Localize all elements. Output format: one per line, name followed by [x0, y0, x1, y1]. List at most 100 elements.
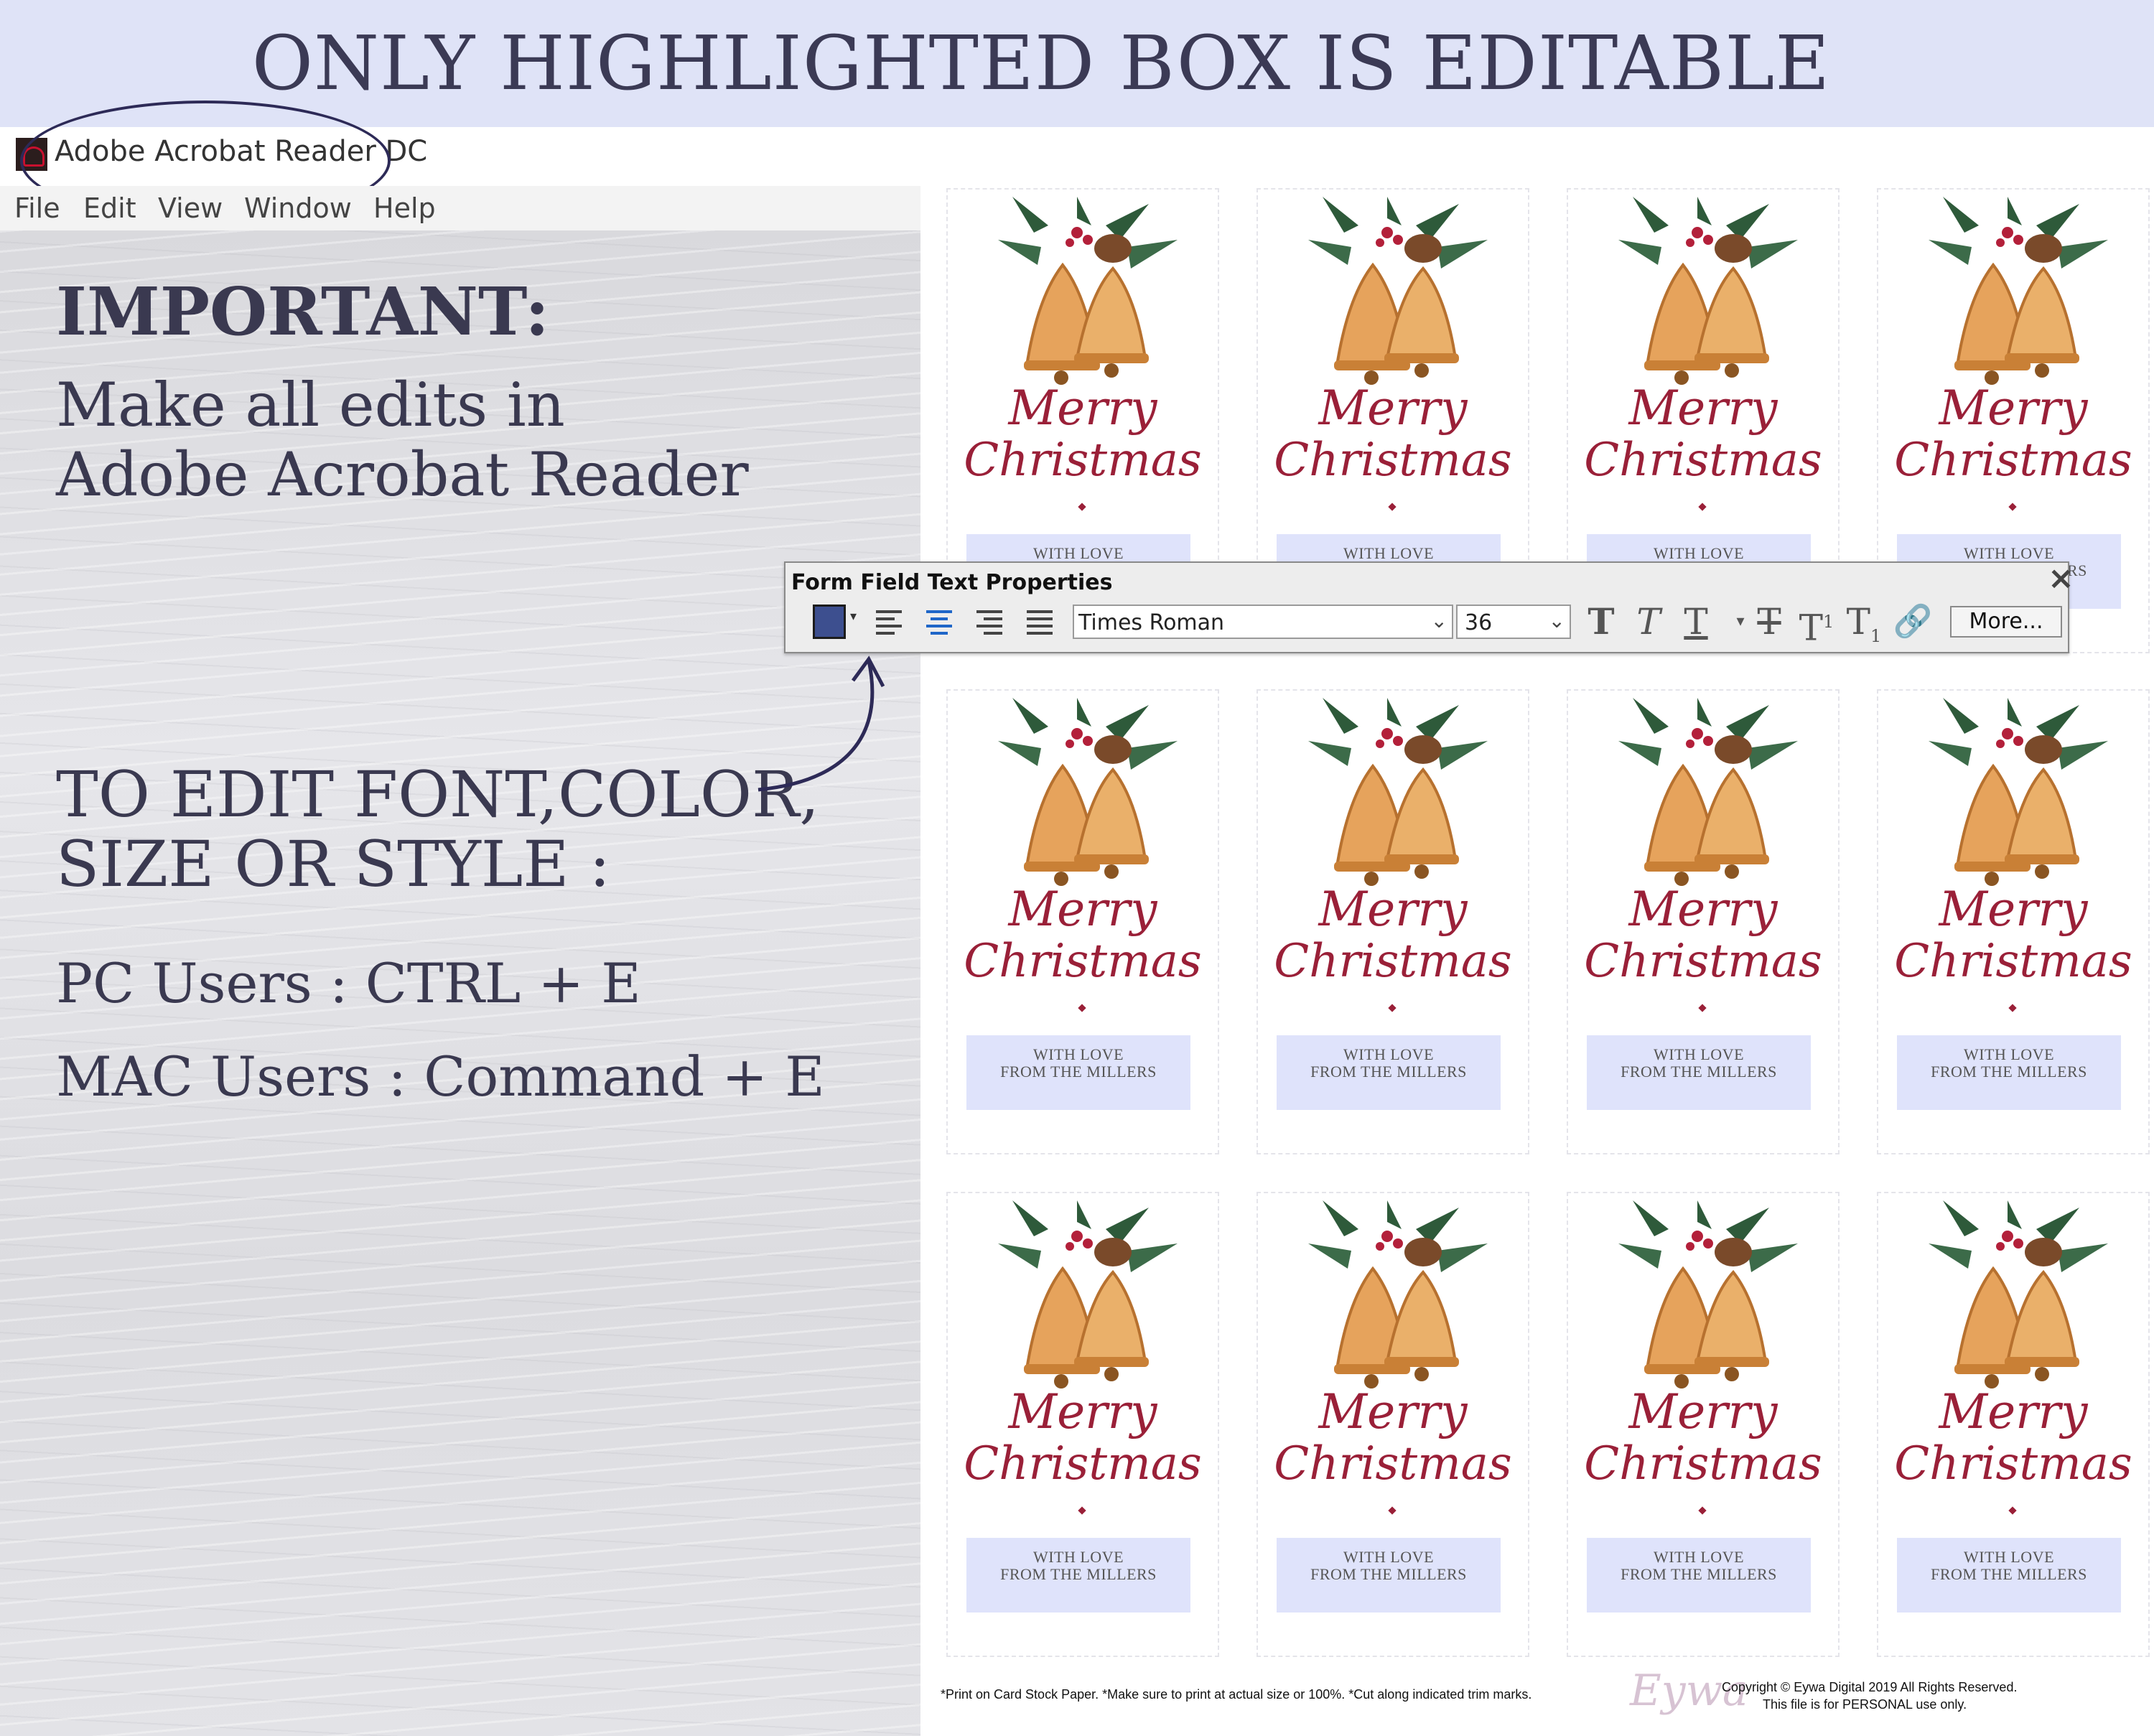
- christmas-text: Christmas: [1584, 434, 1822, 487]
- pointer-arrow-icon: [757, 655, 885, 792]
- editable-text-field[interactable]: WITH LOVEFROM THE MILLERS: [966, 1035, 1190, 1110]
- underline-icon[interactable]: T: [1674, 603, 1717, 640]
- align-center-button[interactable]: [920, 605, 958, 639]
- bells-illustration-icon: [1618, 1200, 1798, 1389]
- christmas-text: Christmas: [964, 1437, 1202, 1490]
- chevron-down-icon[interactable]: ▾: [850, 609, 864, 630]
- merry-text: Merry: [1008, 1384, 1157, 1439]
- subscript-icon[interactable]: T1: [1842, 603, 1885, 646]
- gift-tag: MerryChristmas WITH LOVEFROM THE MILLERS: [1877, 1192, 2150, 1657]
- tag-line-2: FROM THE MILLERS: [1310, 1565, 1467, 1583]
- banner-title: ONLY HIGHLIGHTED BOX IS EDITABLE: [251, 19, 1831, 107]
- font-size-value: 36: [1465, 610, 1493, 635]
- font-size-select[interactable]: 36 ⌄: [1456, 605, 1571, 639]
- star-icon: [2008, 1004, 2017, 1012]
- editable-text-field[interactable]: WITH LOVEFROM THE MILLERS: [1897, 1035, 2121, 1110]
- merry-text: Merry: [1628, 882, 1778, 937]
- tag-line-1: WITH LOVE: [1032, 1045, 1124, 1063]
- tag-line-1: WITH LOVE: [1032, 544, 1124, 562]
- tag-line-2: FROM THE MILLERS: [1000, 1063, 1157, 1081]
- font-family-select[interactable]: Times Roman ⌄: [1073, 605, 1453, 639]
- tag-line-2: FROM THE MILLERS: [1621, 1565, 1777, 1583]
- tag-line-1: WITH LOVE: [1653, 544, 1745, 562]
- copyright-line-2: This file is for PERSONAL use only.: [1763, 1697, 1967, 1712]
- editable-text-field[interactable]: WITH LOVEFROM THE MILLERS: [1897, 1538, 2121, 1613]
- star-icon: [2008, 1506, 2017, 1515]
- bells-illustration-icon: [1308, 197, 1488, 385]
- chevron-down-icon: ⌄: [1430, 609, 1447, 633]
- mac-shortcut: MAC Users : Command + E: [56, 1045, 825, 1109]
- print-instructions: *Print on Card Stock Paper. *Make sure t…: [941, 1687, 1532, 1702]
- tag-line-1: WITH LOVE: [1963, 544, 2055, 562]
- bells-illustration-icon: [1929, 197, 2108, 385]
- strikethrough-icon[interactable]: T: [1748, 603, 1791, 640]
- editable-text-field[interactable]: WITH LOVEFROM THE MILLERS: [1277, 1538, 1501, 1613]
- gift-tag: MerryChristmas WITH LOVEFROM THE MILLERS: [946, 689, 1219, 1154]
- tag-line-1: WITH LOVE: [1653, 1045, 1745, 1063]
- editable-text-field[interactable]: WITH LOVEFROM THE MILLERS: [1587, 1035, 1811, 1110]
- gift-tag: MerryChristmas WITH LOVEFROM THE MILLERS: [1567, 689, 1840, 1154]
- merry-text: Merry: [1008, 381, 1157, 436]
- star-icon: [1388, 503, 1397, 511]
- menu-help[interactable]: Help: [373, 192, 436, 224]
- tag-line-2: FROM THE MILLERS: [1931, 1063, 2087, 1081]
- christmas-text: Christmas: [964, 434, 1202, 487]
- tag-line-1: WITH LOVE: [1343, 1045, 1435, 1063]
- gift-tag: MerryChristmas WITH LOVEFROM THE MILLERS: [1567, 1192, 1840, 1657]
- tag-line-1: WITH LOVE: [1653, 1548, 1745, 1566]
- editable-text-field[interactable]: WITH LOVEFROM THE MILLERS: [966, 1538, 1190, 1613]
- pc-shortcut: PC Users : CTRL + E: [56, 951, 641, 1015]
- christmas-text: Christmas: [1274, 1437, 1512, 1490]
- tag-line-2: FROM THE MILLERS: [1000, 1565, 1157, 1583]
- text-color-button[interactable]: [813, 605, 846, 639]
- tag-line-2: FROM THE MILLERS: [1621, 1063, 1777, 1081]
- bells-illustration-icon: [1308, 698, 1488, 886]
- bells-illustration-icon: [1929, 1200, 2108, 1389]
- link-icon[interactable]: 🔗: [1891, 603, 1934, 640]
- menu-window[interactable]: Window: [244, 192, 352, 224]
- bells-illustration-icon: [1308, 1200, 1488, 1389]
- tag-line-1: WITH LOVE: [1343, 1548, 1435, 1566]
- gift-tag: MerryChristmas WITH LOVEFROM THE MILLERS: [1256, 689, 1529, 1154]
- gift-tag: MerryChristmas WITH LOVEFROM THE MILLERS: [946, 1192, 1219, 1657]
- star-icon: [1698, 1004, 1707, 1012]
- merry-text: Merry: [1628, 381, 1778, 436]
- menu-edit[interactable]: Edit: [83, 192, 136, 224]
- justify-button[interactable]: [1021, 605, 1058, 639]
- bells-illustration-icon: [1929, 698, 2108, 886]
- copyright-line-1: Copyright © Eywa Digital 2019 All Rights…: [1722, 1680, 2018, 1694]
- tag-line-1: WITH LOVE: [1963, 1045, 2055, 1063]
- more-button[interactable]: More...: [1950, 606, 2062, 638]
- make-edits-line-2: Adobe Acrobat Reader: [56, 439, 749, 510]
- edit-style-line-2: SIZE OR STYLE :: [56, 827, 611, 901]
- important-heading: IMPORTANT:: [56, 273, 550, 350]
- bells-illustration-icon: [1618, 197, 1798, 385]
- gift-tag: MerryChristmas WITH LOVEFROM THE MILLERS: [1877, 689, 2150, 1154]
- christmas-text: Christmas: [1274, 935, 1512, 988]
- italic-icon[interactable]: T: [1627, 603, 1670, 640]
- editable-text-field[interactable]: WITH LOVEFROM THE MILLERS: [1587, 1538, 1811, 1613]
- menu-file[interactable]: File: [14, 192, 60, 224]
- close-icon[interactable]: ×: [2048, 563, 2074, 594]
- align-left-button[interactable]: [870, 605, 908, 639]
- bold-icon[interactable]: T: [1580, 603, 1623, 640]
- merry-text: Merry: [1939, 882, 2088, 937]
- align-right-button[interactable]: [971, 605, 1008, 639]
- christmas-text: Christmas: [964, 935, 1202, 988]
- star-icon: [1388, 1004, 1397, 1012]
- christmas-text: Christmas: [1274, 434, 1512, 487]
- merry-text: Merry: [1628, 1384, 1778, 1439]
- merry-text: Merry: [1318, 882, 1468, 937]
- superscript-icon[interactable]: T1: [1795, 603, 1838, 647]
- menu-view[interactable]: View: [158, 192, 223, 224]
- editable-text-field[interactable]: WITH LOVEFROM THE MILLERS: [1277, 1035, 1501, 1110]
- christmas-text: Christmas: [1894, 434, 2132, 487]
- star-icon: [1698, 1506, 1707, 1515]
- christmas-text: Christmas: [1894, 1437, 2132, 1490]
- chevron-down-icon: ⌄: [1548, 609, 1565, 633]
- star-icon: [1388, 1506, 1397, 1515]
- christmas-text: Christmas: [1894, 935, 2132, 988]
- merry-text: Merry: [1318, 1384, 1468, 1439]
- bells-illustration-icon: [998, 1200, 1178, 1389]
- christmas-text: Christmas: [1584, 1437, 1822, 1490]
